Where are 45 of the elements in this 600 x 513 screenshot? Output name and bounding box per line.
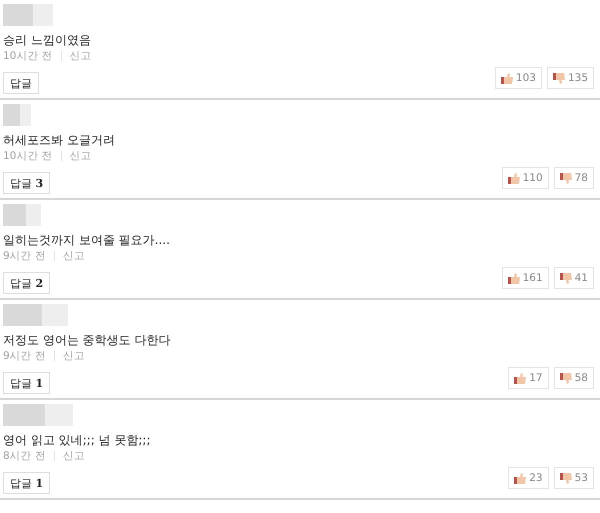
dislike-button[interactable]: 78 xyxy=(554,167,594,189)
blurred-username xyxy=(3,304,68,326)
dislike-button[interactable]: 58 xyxy=(554,367,594,389)
like-button[interactable]: 17 xyxy=(508,367,549,389)
like-button[interactable]: 161 xyxy=(502,267,549,289)
dislike-button[interactable]: 135 xyxy=(546,67,594,89)
reply-button[interactable]: 답글 xyxy=(3,72,39,94)
thumbs-down-icon xyxy=(560,472,572,484)
thumbs-up-icon xyxy=(514,472,526,484)
thumbs-down-icon xyxy=(552,72,565,84)
comment-text: 영어 읽고 있네;;; 넘 못함;;; xyxy=(3,432,152,448)
comment-time: 9시간 전 xyxy=(3,349,46,363)
thumbs-up-icon xyxy=(508,272,520,284)
comment-text: 저정도 영어는 중학생도 다한다 xyxy=(3,332,172,348)
like-button[interactable]: 23 xyxy=(508,467,549,489)
comment-text: 승리 느낌이였음 xyxy=(3,32,92,48)
thumbs-down-icon xyxy=(560,272,572,284)
dislike-button[interactable]: 41 xyxy=(554,267,594,289)
thumbs-down-icon xyxy=(560,172,572,184)
like-button[interactable]: 103 xyxy=(494,67,542,89)
thumbs-up-icon xyxy=(508,172,520,184)
thumbs-up-icon xyxy=(514,372,526,384)
comment-time: 8시간 전 xyxy=(3,449,46,463)
blurred-username xyxy=(3,404,73,426)
comment-text: 허세포즈봐 오글거려 xyxy=(3,132,116,148)
comment-text: 일히는것까지 보여줄 필요가.... xyxy=(3,232,171,248)
report-link[interactable]: 신고 xyxy=(70,149,92,163)
blurred-username xyxy=(3,204,41,226)
report-link[interactable]: 신고 xyxy=(63,349,86,363)
reply-button[interactable]: 답글 1 xyxy=(3,472,50,494)
report-link[interactable]: 신고 xyxy=(63,449,86,463)
like-button[interactable]: 110 xyxy=(502,167,549,189)
thumbs-up-icon xyxy=(500,72,513,84)
report-link[interactable]: 신고 xyxy=(70,49,92,63)
comment-time: 10시간 전 xyxy=(3,49,53,63)
dislike-button[interactable]: 53 xyxy=(554,467,594,489)
reply-button[interactable]: 답글 2 xyxy=(3,272,50,294)
reply-button[interactable]: 답글 3 xyxy=(3,172,50,194)
reply-button[interactable]: 답글 1 xyxy=(3,372,50,394)
blurred-username xyxy=(3,4,53,26)
comment-time: 10시간 전 xyxy=(3,149,53,163)
comment-time: 9시간 전 xyxy=(3,249,46,263)
blurred-username xyxy=(3,104,31,126)
thumbs-down-icon xyxy=(560,372,572,384)
report-link[interactable]: 신고 xyxy=(63,249,86,263)
